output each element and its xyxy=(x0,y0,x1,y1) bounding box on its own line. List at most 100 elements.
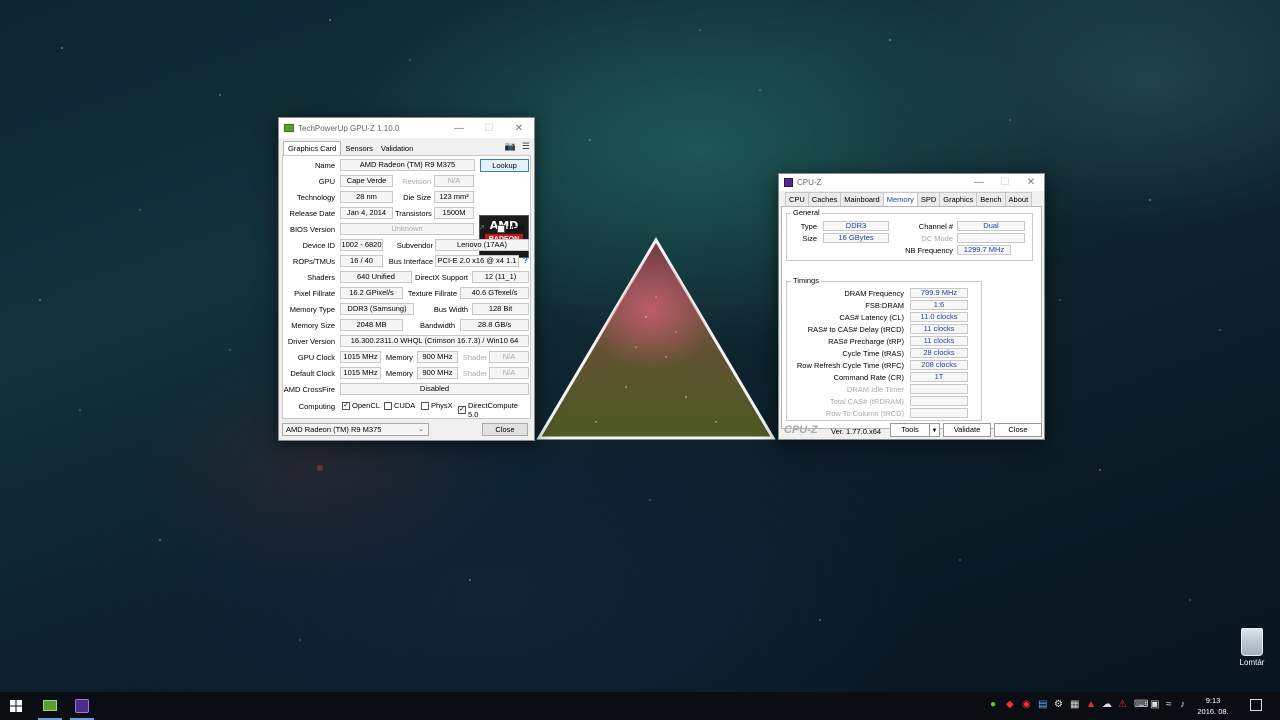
value-default-memory-clock: 900 MHz xyxy=(417,367,458,379)
value-directx: 12 (11_1) xyxy=(472,271,529,283)
tray-windows-icon[interactable]: ▦ xyxy=(1070,699,1079,710)
gpuz-titlebar[interactable]: TechPowerUp GPU-Z 1.10.0 — ☐ ✕ xyxy=(279,118,534,138)
value-type: DDR3 xyxy=(823,221,889,231)
value-die-size: 123 mm² xyxy=(434,191,474,203)
taskbar-gpuz[interactable] xyxy=(34,692,66,720)
cpuz-title: CPU-Z xyxy=(797,178,822,187)
label-name: Name xyxy=(314,161,335,170)
cpuz-footer: CPU-Z Ver. 1.77.0.x64 Tools ▼ Validate C… xyxy=(779,422,1044,440)
tab-validation[interactable]: Validation xyxy=(377,142,417,155)
tray-amd-icon[interactable]: ◆ xyxy=(1006,699,1014,710)
tray-app-icon[interactable]: ● xyxy=(990,699,996,710)
label-gpu-shader-clock: Shader xyxy=(462,353,487,362)
label-gpu: GPU xyxy=(318,177,335,186)
value-bandwidth: 28.8 GB/s xyxy=(460,319,529,331)
row-device-id: Device ID 1002 - 6820 Subvendor Lenovo (… xyxy=(283,238,530,254)
directcompute-label: DirectCompute 5.0 xyxy=(467,401,518,419)
tray-power-icon[interactable]: ▣ xyxy=(1150,699,1159,710)
notification-center-icon[interactable] xyxy=(1250,699,1262,711)
taskbar-cpuz[interactable] xyxy=(66,692,98,720)
directcompute-checkbox[interactable]: ✓ DirectCompute 5.0 xyxy=(458,401,530,419)
label-subvendor: Subvendor xyxy=(396,241,433,250)
timing-label: Row Refresh Cycle Time (tRFC) xyxy=(796,361,904,370)
value-crossfire: Disabled xyxy=(340,383,529,395)
lookup-button[interactable]: Lookup xyxy=(480,159,529,172)
tray-gear-icon[interactable]: ⚙ xyxy=(1054,699,1063,710)
tab-mainboard[interactable]: Mainboard xyxy=(840,192,884,206)
tab-memory[interactable]: Memory xyxy=(882,192,918,206)
label-texture-fillrate: Texture Fillrate xyxy=(407,289,457,298)
tab-graphics[interactable]: Graphics xyxy=(939,192,978,206)
row-rops: ROPs/TMUs 16 / 40 Bus Interface PCI-E 2.… xyxy=(283,254,530,270)
cpuz-version: Ver. 1.77.0.x64 xyxy=(831,427,882,436)
windows-start-icon[interactable] xyxy=(10,700,22,712)
cpuz-panel: General Type DDR3 Size 16 GBytes Channel… xyxy=(781,207,1042,429)
row-memory-type: Memory Type DDR3 (Samsung) Bus Width 128… xyxy=(283,302,530,318)
minimize-button[interactable]: — xyxy=(444,118,474,138)
value-release-date: Jan 4, 2014 xyxy=(340,207,393,219)
label-default-shader-clock: Shader xyxy=(462,369,487,378)
label-computing: Computing xyxy=(298,402,335,411)
timing-label: FSB:DRAM xyxy=(865,301,904,310)
caret-down-icon: ▼ xyxy=(931,428,938,434)
row-gpu: GPU Cape Verde Revision N/A xyxy=(283,174,530,190)
value-transistors: 1500M xyxy=(434,207,474,219)
close-icon: ✕ xyxy=(514,122,524,134)
gpuz-window: TechPowerUp GPU-Z 1.10.0 — ☐ ✕ Graphics … xyxy=(278,117,535,441)
tray-security-icon[interactable]: ◉ xyxy=(1022,699,1031,710)
timing-label: CAS# Latency (CL) xyxy=(839,313,904,322)
uefi-checkbox[interactable]: UEFI xyxy=(497,224,524,233)
tray-cloud-icon[interactable]: ☁ xyxy=(1102,699,1112,710)
tab-caches[interactable]: Caches xyxy=(807,192,842,206)
cpuz-maximize-button[interactable]: ☐ xyxy=(992,174,1018,191)
physx-checkbox[interactable]: PhysX xyxy=(421,401,453,410)
tray-network-share-icon[interactable]: ▤ xyxy=(1038,699,1047,710)
gpuz-close-button[interactable]: Close xyxy=(482,423,528,436)
tab-bench[interactable]: Bench xyxy=(976,192,1006,206)
tab-cpu[interactable]: CPU xyxy=(785,192,809,206)
tray-alert-icon[interactable]: ▲ xyxy=(1086,699,1096,710)
label-bus-interface: Bus Interface xyxy=(388,257,433,266)
recycle-bin-shortcut[interactable]: Lomtár xyxy=(1232,628,1272,667)
close-window-button[interactable]: ✕ xyxy=(504,118,534,138)
tray-keyboard-icon[interactable]: ⌨ xyxy=(1134,699,1148,710)
card-select-value: AMD Radeon (TM) R9 M375 xyxy=(286,425,382,434)
cpuz-close-button[interactable]: Close xyxy=(994,423,1042,437)
label-gpu-memory-clock: Memory xyxy=(385,353,413,362)
maximize-icon: ☐ xyxy=(484,122,494,134)
label-revision: Revision xyxy=(402,177,431,186)
tray-wifi-icon[interactable]: ≈ xyxy=(1166,699,1172,710)
taskbar-clock[interactable]: 9:13 2016. 08. 18. xyxy=(1192,695,1234,720)
value-pixel-fillrate: 16.2 GPixel/s xyxy=(340,287,403,299)
tray-volume-icon[interactable]: ♪ xyxy=(1180,699,1185,710)
value-bus-width: 128 Bit xyxy=(472,303,529,315)
label-dc-mode: DC Mode xyxy=(921,234,953,243)
menu-icon[interactable]: ☰ xyxy=(522,141,530,152)
card-select[interactable]: AMD Radeon (TM) R9 M375 ⌄ xyxy=(282,423,429,436)
validate-button[interactable]: Validate xyxy=(943,423,991,437)
label-memory-type: Memory Type xyxy=(289,305,335,314)
tray-warning-icon[interactable]: ⚠ xyxy=(1118,699,1127,710)
tools-dropdown-button[interactable]: ▼ xyxy=(929,423,940,437)
label-bandwidth: Bandwidth xyxy=(419,321,455,330)
tab-spd[interactable]: SPD xyxy=(916,192,941,206)
tab-graphics-card[interactable]: Graphics Card xyxy=(283,141,342,155)
opencl-checkbox[interactable]: ✓ OpenCL xyxy=(342,401,380,410)
share-icon[interactable]: ↗ xyxy=(477,223,485,234)
recycle-bin-icon xyxy=(1241,628,1263,656)
cpuz-close-window-button[interactable]: ✕ xyxy=(1018,174,1044,191)
row-driver: Driver Version 16.300.2311.0 WHQL (Crims… xyxy=(283,334,530,350)
cuda-checkbox[interactable]: CUDA xyxy=(384,401,415,410)
help-icon[interactable]: ? xyxy=(523,256,528,265)
camera-icon[interactable]: 📷 xyxy=(505,141,516,152)
label-default-clock: Default Clock xyxy=(290,369,335,378)
tab-sensors[interactable]: Sensors xyxy=(341,142,377,155)
cpuz-titlebar[interactable]: CPU-Z — ☐ ✕ xyxy=(779,174,1044,191)
value-bios: Unknown xyxy=(340,223,474,235)
row-bios: BIOS Version Unknown ↗ UEFI xyxy=(283,222,530,238)
cpuz-minimize-button[interactable]: — xyxy=(966,174,992,191)
value-gpu-memory-clock: 900 MHz xyxy=(417,351,458,363)
tab-about[interactable]: About xyxy=(1004,192,1033,206)
maximize-button[interactable]: ☐ xyxy=(474,118,504,138)
tools-button[interactable]: Tools xyxy=(890,423,930,437)
